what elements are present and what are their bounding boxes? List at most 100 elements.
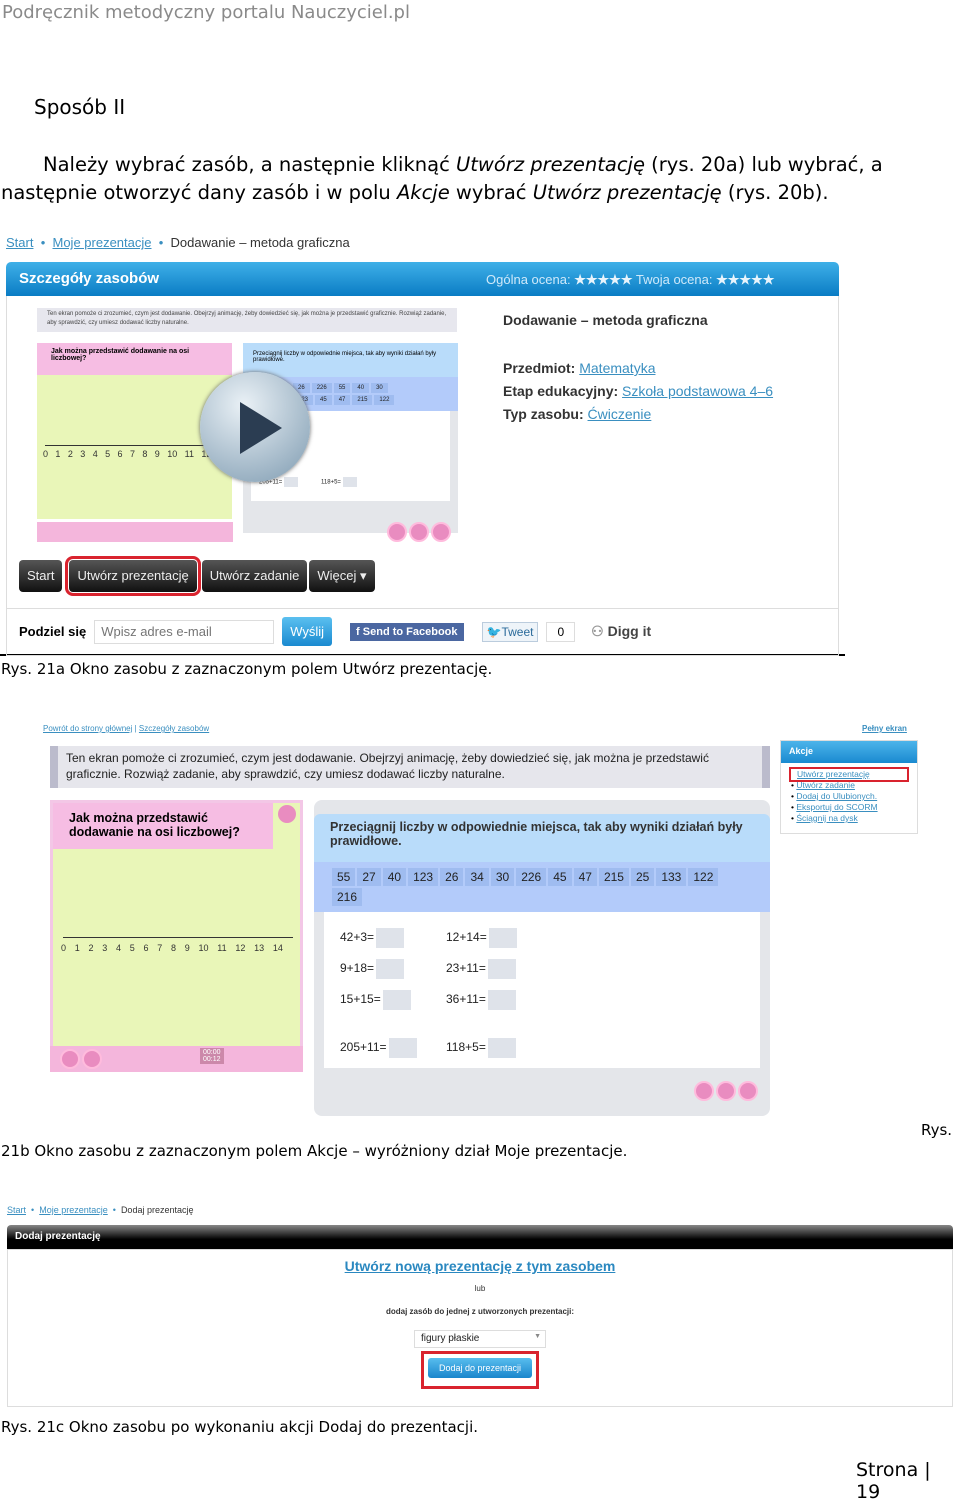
axis-labels: 0 1 2 3 4 5 6 7 8 9 10 11 12 13 14: [61, 943, 283, 953]
number-tile[interactable]: 226: [311, 383, 332, 393]
fullscreen-link[interactable]: Pełny ekran: [862, 724, 907, 733]
question: Jak można przedstawić dodawanie na osi l…: [37, 343, 232, 375]
star-icons[interactable]: ★★★★★: [716, 272, 774, 287]
presentation-select[interactable]: figury płaskie ▼: [414, 1330, 546, 1348]
time-display: 00:00 00:12: [200, 1048, 224, 1064]
footer-label: Strona: [856, 1459, 919, 1481]
tweet-button[interactable]: 🐦Tweet: [481, 621, 539, 642]
expand-icon[interactable]: [278, 805, 296, 823]
number-tile[interactable]: 55: [332, 868, 356, 886]
play-icon[interactable]: [60, 1049, 80, 1069]
facebook-button[interactable]: f Send to Facebook: [350, 622, 464, 641]
number-tile[interactable]: 27: [357, 868, 381, 886]
time: 00:00: [203, 1049, 221, 1056]
label: Przedmiot:: [503, 360, 576, 376]
answer-drop-box[interactable]: [388, 1038, 417, 1058]
equation-text: 205+11=: [340, 1040, 387, 1055]
label: Tweet: [501, 624, 534, 639]
axis-label: 7: [129, 449, 135, 459]
number-tile[interactable]: 40: [382, 868, 407, 886]
player-controls[interactable]: 00:00 00:12: [50, 1046, 303, 1072]
number-tile[interactable]: 25: [630, 868, 655, 886]
number-tile[interactable]: 226: [516, 868, 547, 886]
number-tile[interactable]: 122: [374, 395, 395, 405]
number-tile[interactable]: 40: [352, 383, 370, 393]
number-tile[interactable]: 47: [573, 868, 597, 886]
axis-label: 8: [171, 943, 177, 953]
play-button[interactable]: [200, 372, 310, 482]
create-presentation-link[interactable]: Utwórz nową prezentację z tym zasobem: [8, 1258, 952, 1274]
axis-label: 5: [105, 449, 111, 459]
number-tile[interactable]: 45: [315, 395, 332, 405]
answer-drop-box[interactable]: [376, 928, 405, 948]
stage-link[interactable]: Szkoła podstawowa 4–6: [622, 383, 773, 399]
number-tile[interactable]: 55: [333, 383, 351, 393]
stop-icon[interactable]: [82, 1049, 102, 1069]
axis-label: 14: [272, 943, 283, 953]
answer-drop-box[interactable]: [342, 477, 357, 487]
subject-link[interactable]: Matematyka: [579, 360, 655, 376]
number-tile[interactable]: 26: [440, 868, 464, 886]
digg-icon: ⚇: [591, 623, 608, 639]
more-button[interactable]: Więcej ▾: [309, 560, 375, 592]
answer-drop-box[interactable]: [284, 477, 299, 487]
axis-labels: 012345678910111213: [43, 449, 229, 459]
check-buttons[interactable]: [694, 1081, 760, 1106]
tweet-count: 0: [546, 621, 576, 642]
breadcrumb-start[interactable]: Start: [7, 1205, 26, 1215]
equation: 36+11=: [446, 990, 516, 1010]
create-presentation-button[interactable]: Utwórz prezentację: [65, 556, 201, 596]
number-tile[interactable]: 216: [332, 888, 363, 906]
text: wybrać: [449, 181, 533, 204]
answer-drop-box[interactable]: [376, 959, 405, 979]
task-text: Przeciągnij liczby w odpowiednie miejsca…: [243, 343, 458, 377]
number-tile[interactable]: 133: [656, 868, 687, 886]
axis-label: 9: [154, 449, 160, 459]
digg-button[interactable]: ⚇ Digg it: [591, 623, 651, 640]
email-input[interactable]: [94, 619, 275, 644]
answer-drop-box[interactable]: [487, 959, 516, 979]
start-button[interactable]: Start: [19, 560, 63, 592]
text: Utwórz prezentację: [456, 153, 645, 176]
panel-title: Szczegóły zasobów: [19, 270, 160, 287]
back-home-link[interactable]: Powrót do strony głównej: [43, 724, 132, 733]
figure-21a: Start • Moje prezentacje • Dodawanie – m…: [0, 230, 845, 656]
number-tile[interactable]: 122: [688, 868, 719, 886]
number-tile[interactable]: 34: [465, 868, 489, 886]
action-link[interactable]: Dodaj do Ulubionych.: [796, 791, 877, 801]
resource-details-link[interactable]: Szczegóły zasobów: [139, 724, 209, 733]
page-number: 19: [856, 1481, 881, 1503]
breadcrumb-moje-prezentacje[interactable]: Moje prezentacje: [39, 1205, 108, 1215]
player-controls[interactable]: [37, 522, 233, 542]
add-to-presentation-button[interactable]: Dodaj do prezentacji: [428, 1358, 532, 1378]
breadcrumb-moje-prezentacje[interactable]: Moje prezentacje: [53, 235, 152, 250]
number-tile[interactable]: 30: [371, 383, 388, 393]
number-tile[interactable]: 30: [490, 868, 515, 886]
number-tile[interactable]: 215: [598, 868, 629, 886]
instruction-text: dodaj zasób do jednej z utworzonych prez…: [385, 1307, 575, 1316]
action-buttons: Start Utwórz prezentację Utwórz zadanie …: [19, 556, 377, 596]
breadcrumb-start[interactable]: Start: [6, 235, 33, 250]
caption-21b: 21b Okno zasobu z zaznaczonym polem Akcj…: [1, 1142, 628, 1160]
star-icons[interactable]: ★★★★★: [574, 272, 632, 287]
answer-drop-box[interactable]: [487, 1038, 516, 1058]
number-tile[interactable]: 45: [548, 868, 572, 886]
action-link[interactable]: Ściągnij na dysk: [796, 813, 857, 823]
answer-drop-box[interactable]: [487, 990, 516, 1010]
action-link[interactable]: Eksportuj do SCORM: [796, 802, 877, 812]
number-tile[interactable]: 215: [352, 395, 373, 405]
panel-header: Dodaj prezentację: [7, 1225, 953, 1249]
axis-label: 4: [92, 449, 98, 459]
axis-label: 2: [67, 449, 73, 459]
type-link[interactable]: Ćwiczenie: [588, 406, 652, 422]
number-tile[interactable]: 123: [408, 868, 439, 886]
answer-drop-box[interactable]: [382, 990, 411, 1010]
check-buttons[interactable]: [387, 522, 453, 547]
number-tile[interactable]: 47: [333, 395, 351, 405]
breadcrumb-current: Dodawanie – metoda graficzna: [170, 235, 350, 250]
send-button[interactable]: Wyślij: [282, 617, 333, 646]
create-task-button[interactable]: Utwórz zadanie: [201, 560, 308, 592]
action-link[interactable]: Utwórz zadanie: [796, 780, 855, 790]
answer-drop-box[interactable]: [488, 928, 517, 948]
action-link[interactable]: Utwórz prezentację: [797, 769, 870, 779]
